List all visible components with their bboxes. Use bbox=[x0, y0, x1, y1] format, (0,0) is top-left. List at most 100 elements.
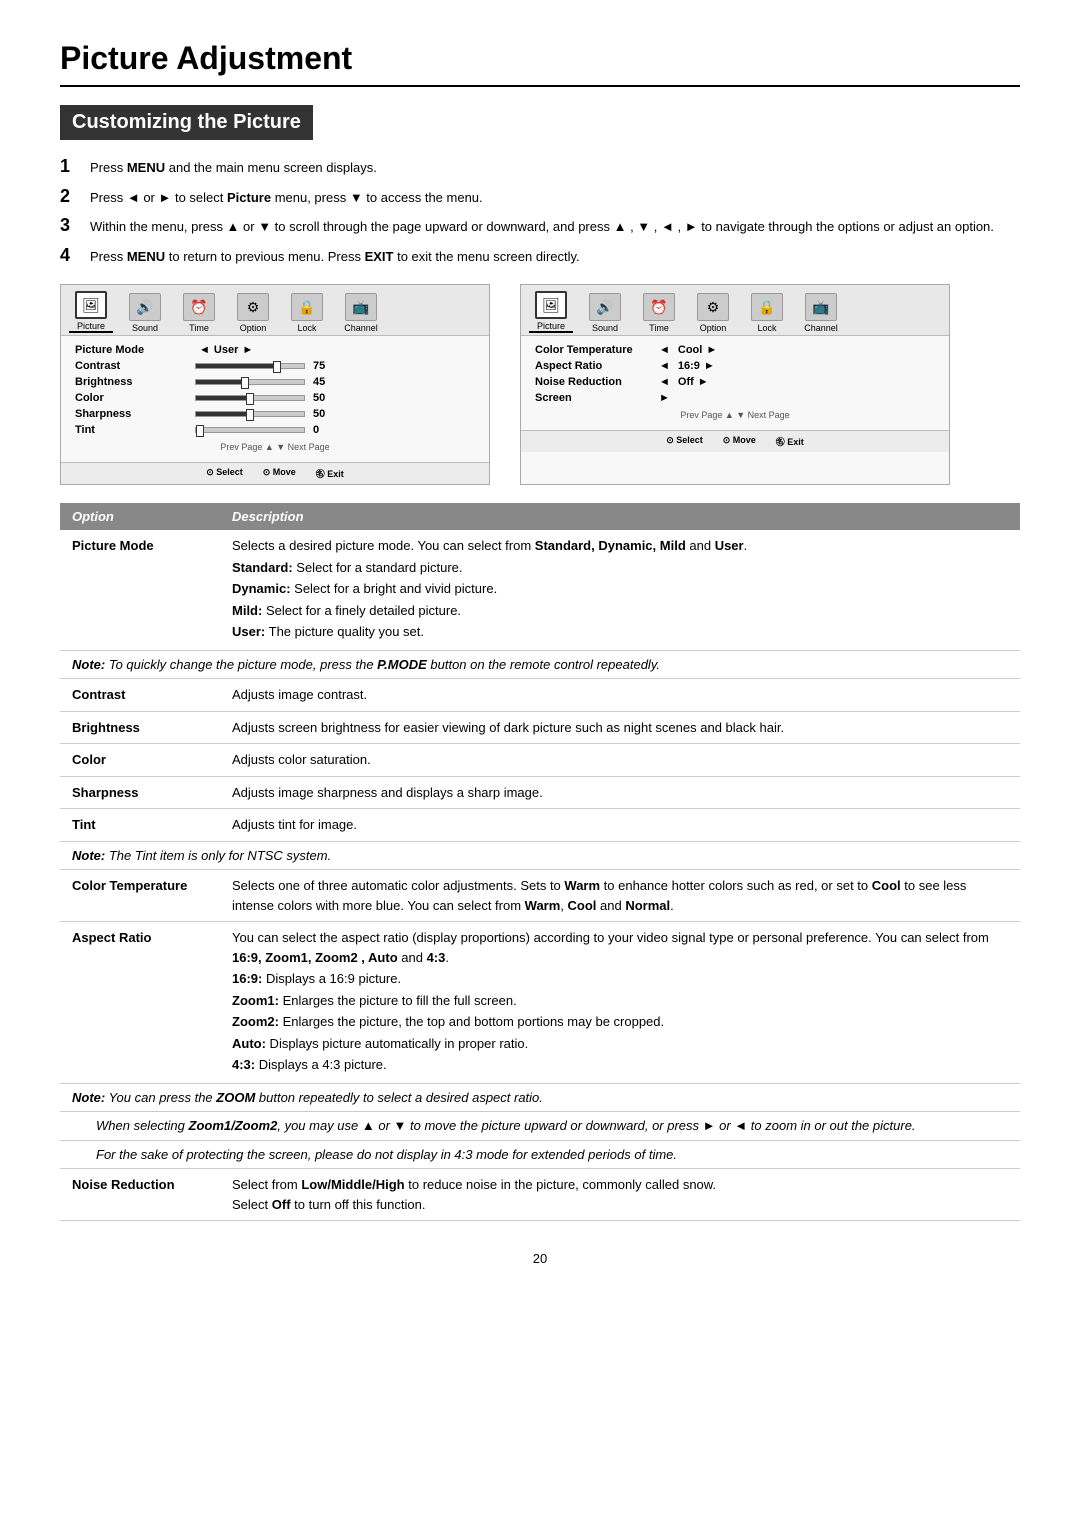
channel-icon-right: 📺 bbox=[805, 293, 837, 321]
contrast-slider[interactable] bbox=[195, 363, 305, 369]
exit-btn-right: ㊔ Exit bbox=[776, 435, 804, 448]
step-2: 2 Press ◄ or ► to select Picture menu, p… bbox=[60, 188, 1020, 208]
page-nav-right: Prev Page ▲ ▼ Next Page bbox=[535, 410, 935, 420]
aspect-ratio-value: 16:9 bbox=[678, 360, 700, 372]
aspect-ratio-option: Aspect Ratio bbox=[60, 922, 220, 1084]
menu-icon-lock-left[interactable]: 🔒 Lock bbox=[285, 293, 329, 333]
color-slider[interactable] bbox=[195, 395, 305, 401]
step-1-num: 1 bbox=[60, 156, 90, 177]
picture-mode-desc: Selects a desired picture mode. You can … bbox=[220, 530, 1020, 650]
tint-slider[interactable] bbox=[195, 427, 305, 433]
menu-items-left: Picture Mode ◄ User ► Contrast 75 Brig bbox=[61, 336, 489, 462]
menu-icon-picture-left[interactable]: 🖼 Picture bbox=[69, 291, 113, 333]
aspect-ratio-main-desc: You can select the aspect ratio (display… bbox=[232, 928, 1008, 967]
menu-icon-lock-right[interactable]: 🔒 Lock bbox=[745, 293, 789, 333]
table-row-picture-mode-note: Note: To quickly change the picture mode… bbox=[60, 650, 1020, 679]
lock-label-left: Lock bbox=[297, 323, 316, 333]
brightness-desc: Adjusts screen brightness for easier vie… bbox=[220, 711, 1020, 744]
picture-mode-user: User: The picture quality you set. bbox=[232, 622, 1008, 642]
menu-icons-row-right: 🖼 Picture 🔊 Sound ⏰ Time ⚙ Option 🔒 bbox=[521, 285, 949, 336]
menu-icon-sound-left[interactable]: 🔊 Sound bbox=[123, 293, 167, 333]
step-3-text: Within the menu, press ▲ or ▼ to scroll … bbox=[90, 217, 994, 237]
sharpness-desc: Adjusts image sharpness and displays a s… bbox=[220, 776, 1020, 809]
table-row-contrast: Contrast Adjusts image contrast. bbox=[60, 679, 1020, 712]
sound-icon-left: 🔊 bbox=[129, 293, 161, 321]
menu-icon-option-right[interactable]: ⚙ Option bbox=[691, 293, 735, 333]
menu-screen-left: 🖼 Picture 🔊 Sound ⏰ Time ⚙ Option 🔒 bbox=[60, 284, 490, 485]
menu-icon-channel-left[interactable]: 📺 Channel bbox=[339, 293, 383, 333]
menu-icons-row-left: 🖼 Picture 🔊 Sound ⏰ Time ⚙ Option 🔒 bbox=[61, 285, 489, 336]
aspect-ratio-note2: When selecting Zoom1/Zoom2, you may use … bbox=[60, 1112, 1020, 1141]
menu-item-tint: Tint 0 bbox=[75, 424, 475, 436]
table-header-row: Option Description bbox=[60, 503, 1020, 530]
section-heading: Customizing the Picture bbox=[60, 105, 313, 140]
picture-mode-label: Picture Mode bbox=[75, 344, 195, 356]
aspect-ratio-right-arrow: ► bbox=[704, 360, 715, 372]
contrast-option: Contrast bbox=[60, 679, 220, 712]
move-btn-left: ⊙ Move bbox=[263, 467, 296, 480]
tint-note: Note: The Tint item is only for NTSC sys… bbox=[60, 841, 1020, 870]
move-btn-right: ⊙ Move bbox=[723, 435, 756, 448]
time-icon-left: ⏰ bbox=[183, 293, 215, 321]
color-label: Color bbox=[75, 392, 195, 404]
menu-item-contrast: Contrast 75 bbox=[75, 360, 475, 372]
sound-label-right: Sound bbox=[592, 323, 618, 333]
exit-btn-left: ㊔ Exit bbox=[316, 467, 344, 480]
tint-desc: Adjusts tint for image. bbox=[220, 809, 1020, 842]
step-4-num: 4 bbox=[60, 245, 90, 266]
step-3-num: 3 bbox=[60, 215, 90, 236]
table-row-aspect-ratio-note3: For the sake of protecting the screen, p… bbox=[60, 1140, 1020, 1169]
menu-icon-time-right[interactable]: ⏰ Time bbox=[637, 293, 681, 333]
step-2-text: Press ◄ or ► to select Picture menu, pre… bbox=[90, 188, 483, 208]
color-temp-label: Color Temperature bbox=[535, 344, 655, 356]
page-number: 20 bbox=[60, 1251, 1020, 1266]
menu-icon-time-left[interactable]: ⏰ Time bbox=[177, 293, 221, 333]
menu-icon-option-left[interactable]: ⚙ Option bbox=[231, 293, 275, 333]
menu-item-picture-mode: Picture Mode ◄ User ► bbox=[75, 344, 475, 356]
aspect-ratio-desc: You can select the aspect ratio (display… bbox=[220, 922, 1020, 1084]
sound-icon-right: 🔊 bbox=[589, 293, 621, 321]
time-icon-right: ⏰ bbox=[643, 293, 675, 321]
menu-bottom-right: ⊙ Select ⊙ Move ㊔ Exit bbox=[521, 430, 949, 452]
table-row-picture-mode: Picture Mode Selects a desired picture m… bbox=[60, 530, 1020, 650]
tint-option: Tint bbox=[60, 809, 220, 842]
aspect-ratio-zoom2: Zoom2: Enlarges the picture, the top and… bbox=[232, 1012, 1008, 1032]
table-row-color: Color Adjusts color saturation. bbox=[60, 744, 1020, 777]
brightness-slider[interactable] bbox=[195, 379, 305, 385]
aspect-ratio-43: 4:3: Displays a 4:3 picture. bbox=[232, 1055, 1008, 1075]
contrast-value: 75 bbox=[313, 360, 325, 372]
menu-icon-picture-right[interactable]: 🖼 Picture bbox=[529, 291, 573, 333]
picture-mode-dynamic: Dynamic: Select for a bright and vivid p… bbox=[232, 579, 1008, 599]
channel-label-right: Channel bbox=[804, 323, 838, 333]
noise-reduction-desc: Select from Low/Middle/High to reduce no… bbox=[220, 1169, 1020, 1221]
brightness-option: Brightness bbox=[60, 711, 220, 744]
option-label-left: Option bbox=[240, 323, 267, 333]
menu-bottom-left: ⊙ Select ⊙ Move ㊔ Exit bbox=[61, 462, 489, 484]
brightness-value: 45 bbox=[313, 376, 325, 388]
brightness-label: Brightness bbox=[75, 376, 195, 388]
picture-mode-main-desc: Selects a desired picture mode. You can … bbox=[232, 536, 1008, 556]
aspect-ratio-note1: Note: You can press the ZOOM button repe… bbox=[60, 1083, 1020, 1112]
picture-mode-mild: Mild: Select for a finely detailed pictu… bbox=[232, 601, 1008, 621]
menu-icon-sound-right[interactable]: 🔊 Sound bbox=[583, 293, 627, 333]
menu-icon-channel-right[interactable]: 📺 Channel bbox=[799, 293, 843, 333]
page-title: Picture Adjustment bbox=[60, 40, 1020, 87]
channel-label-left: Channel bbox=[344, 323, 378, 333]
picture-mode-note: Note: To quickly change the picture mode… bbox=[60, 650, 1020, 679]
color-temp-option: Color Temperature bbox=[60, 870, 220, 922]
col-description-header: Description bbox=[220, 503, 1020, 530]
menu-items-right: Color Temperature ◄ Cool ► Aspect Ratio … bbox=[521, 336, 949, 430]
aspect-ratio-left-arrow: ◄ bbox=[659, 360, 670, 372]
sharpness-slider[interactable] bbox=[195, 411, 305, 417]
menu-item-brightness: Brightness 45 bbox=[75, 376, 475, 388]
color-option: Color bbox=[60, 744, 220, 777]
picture-icon-left: 🖼 bbox=[75, 291, 107, 319]
table-row-aspect-ratio-note2: When selecting Zoom1/Zoom2, you may use … bbox=[60, 1112, 1020, 1141]
step-2-num: 2 bbox=[60, 186, 90, 207]
step-1: 1 Press MENU and the main menu screen di… bbox=[60, 158, 1020, 178]
noise-reduction-left-arrow: ◄ bbox=[659, 376, 670, 388]
table-row-brightness: Brightness Adjusts screen brightness for… bbox=[60, 711, 1020, 744]
step-1-text: Press MENU and the main menu screen disp… bbox=[90, 158, 377, 178]
contrast-desc: Adjusts image contrast. bbox=[220, 679, 1020, 712]
table-row-tint-note: Note: The Tint item is only for NTSC sys… bbox=[60, 841, 1020, 870]
